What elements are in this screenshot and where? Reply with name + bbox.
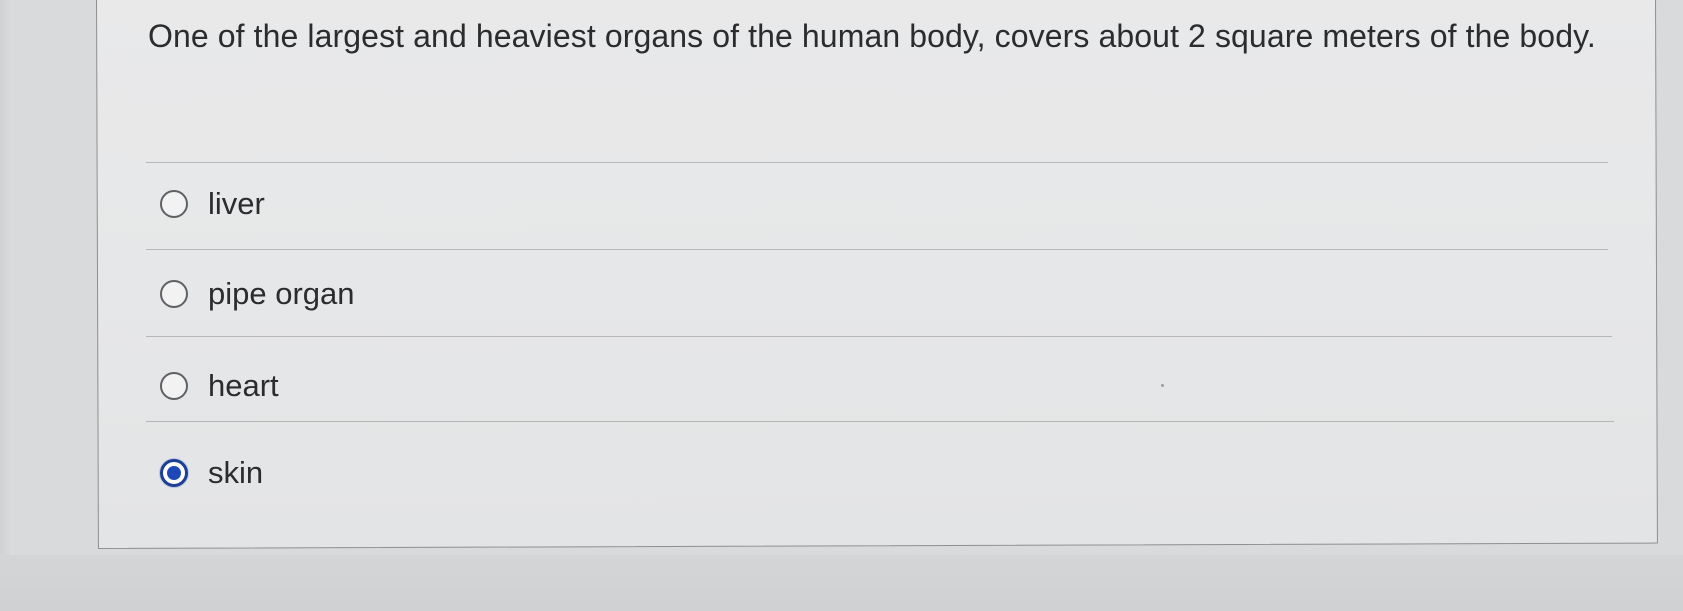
option-pipe-organ[interactable]: pipe organ bbox=[160, 272, 355, 316]
option-label: pipe organ bbox=[208, 276, 355, 311]
option-liver[interactable]: liver bbox=[160, 182, 265, 226]
divider bbox=[146, 249, 1608, 250]
divider bbox=[146, 421, 1614, 422]
screen-edge bbox=[0, 0, 14, 611]
question-text: One of the largest and heaviest organs o… bbox=[148, 18, 1596, 54]
option-skin[interactable]: skin bbox=[160, 451, 263, 495]
option-label: skin bbox=[208, 455, 264, 490]
radio-unselected-icon[interactable] bbox=[160, 372, 188, 400]
radio-unselected-icon[interactable] bbox=[160, 280, 188, 308]
radio-unselected-icon[interactable] bbox=[160, 190, 188, 218]
option-label: liver bbox=[208, 186, 265, 221]
radio-selected-icon[interactable] bbox=[160, 459, 188, 487]
radio-dot-icon bbox=[167, 466, 181, 480]
divider bbox=[146, 336, 1612, 337]
divider bbox=[146, 162, 1608, 163]
page-background bbox=[0, 555, 1683, 611]
option-label: heart bbox=[208, 368, 279, 403]
screen-speck bbox=[1161, 384, 1164, 387]
option-heart[interactable]: heart bbox=[160, 364, 279, 408]
